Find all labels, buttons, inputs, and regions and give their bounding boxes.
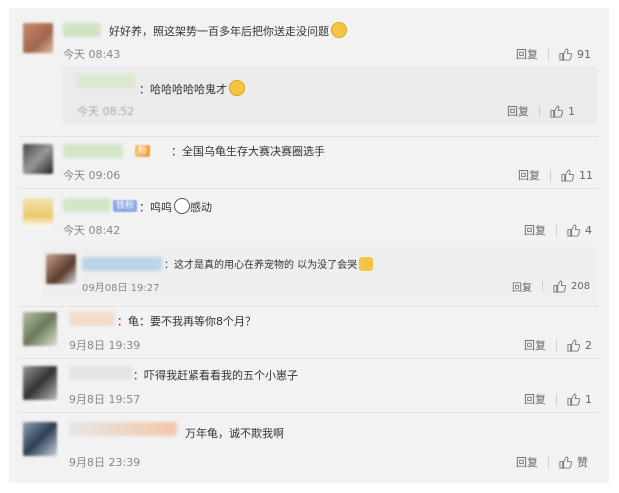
laughing-emoji-icon [229,80,245,96]
divider [550,169,551,181]
comment-time: 今天 08:43 [63,48,121,61]
reply-actions: 回复 208 [512,279,590,294]
divider [542,281,543,292]
comment-text: ：吓得我赶紧看看我的五个小崽子 [133,369,298,382]
username[interactable] [69,422,177,436]
comment-time: 今天 09:06 [63,169,121,182]
reply-button[interactable]: 回复 [507,103,529,119]
username[interactable] [63,144,123,158]
smiling-face-emoji-icon [331,22,347,38]
divider [548,48,549,60]
thumbs-up-icon[interactable] [567,223,580,237]
divider [556,393,557,405]
like-count: 赞 [577,456,588,469]
comment-text-content: ：呜呜 [139,201,172,214]
thumbs-up-icon[interactable] [550,104,563,118]
thumbs-up-icon[interactable] [561,168,574,182]
username[interactable] [82,257,162,271]
reply-text-content: ：这才是真的用心在养宠物的 以为没了会哭 [164,260,358,271]
comment-time: 9月8日 23:39 [69,456,141,469]
like-count: 91 [577,47,591,61]
reply-button[interactable]: 回复 [516,46,538,62]
thumbs-up-icon[interactable] [553,280,566,293]
username[interactable] [63,198,111,212]
divider [556,339,557,351]
divider [19,136,599,137]
comment-list: 好好养，照这架势一百多年后把你送走没问题 今天 08:43 回复 91 ：哈哈哈… [9,8,609,483]
thumbs-up-icon[interactable] [559,47,572,61]
comment-actions: 回复 赞 [516,454,588,470]
comment-text: ：呜呜 感动 [139,198,212,215]
like-count: 1 [585,392,592,406]
avatar[interactable] [23,198,53,228]
reply-box: ：这才是真的用心在养宠物的 以为没了会哭 09月08日 19:27 回复 208 [42,246,597,302]
pray-emoji-icon [359,257,374,271]
reply-time: 今天 08:52 [77,105,135,118]
comment-text: ：龟：要不我再等你8个月？ [117,315,256,328]
divider [548,456,549,468]
like-count: 1 [568,104,575,118]
divider [19,412,599,413]
reply-button[interactable]: 回复 [524,391,546,407]
comment-actions: 回复 1 [524,391,592,407]
username[interactable] [69,312,115,326]
like-count: 4 [585,223,592,237]
avatar[interactable] [23,366,57,400]
reply-time: 09月08日 19:27 [82,283,160,294]
comment-actions: 回复 2 [524,337,592,353]
reply-box: ：哈哈哈哈哈鬼才 今天 08:52 回复 1 [63,66,597,124]
like-count: 208 [571,281,591,292]
reply-button[interactable]: 回复 [524,222,546,238]
comment-text: 万年龟，诚不欺我啊 [185,427,284,440]
comment-actions: 回复 4 [524,222,592,238]
like-count: 11 [579,168,593,182]
comment-actions: 回复 11 [518,167,593,183]
comment-text-content: 感动 [190,201,212,214]
avatar[interactable] [23,422,57,456]
reply-button[interactable]: 回复 [518,167,540,183]
reply-button[interactable]: 回复 [524,337,546,353]
avatar[interactable] [23,23,53,53]
comment-text-content: 好好养，照这架势一百多年后把你送走没问题 [109,25,329,38]
comment-text: ：全国乌龟生存大赛决赛圈选手 [171,145,325,158]
fan-badge: 粉 [135,145,151,157]
divider [19,358,599,359]
avatar[interactable] [46,254,76,284]
username[interactable] [77,74,135,88]
username[interactable] [69,366,133,380]
reply-button[interactable]: 回复 [516,454,538,470]
avatar[interactable] [23,312,57,346]
reply-button[interactable]: 回复 [512,279,532,294]
reply-text: ：哈哈哈哈哈鬼才 [139,80,245,97]
divider [19,188,599,189]
like-count: 2 [585,338,592,352]
divider [556,224,557,236]
fan-badge: 铁粉 [113,200,138,212]
thumbs-up-icon[interactable] [567,338,580,352]
comment-text: 好好养，照这架势一百多年后把你送走没问题 [109,22,347,39]
comment-time: 今天 08:42 [63,224,121,237]
divider [539,105,540,117]
avatar[interactable] [23,144,53,174]
thumbs-up-icon[interactable] [559,455,572,469]
comment-time: 9月8日 19:39 [69,339,141,352]
reply-actions: 回复 1 [507,103,575,119]
reply-text-content: ：哈哈哈哈哈鬼才 [139,83,227,96]
thumbs-up-icon[interactable] [567,392,580,406]
divider [19,306,599,307]
comment-time: 9月8日 19:57 [69,393,141,406]
moved-emoji-icon [174,198,190,214]
username[interactable] [63,23,101,37]
comment-actions: 回复 91 [516,46,591,62]
reply-text: ：这才是真的用心在养宠物的 以为没了会哭 [164,256,374,271]
